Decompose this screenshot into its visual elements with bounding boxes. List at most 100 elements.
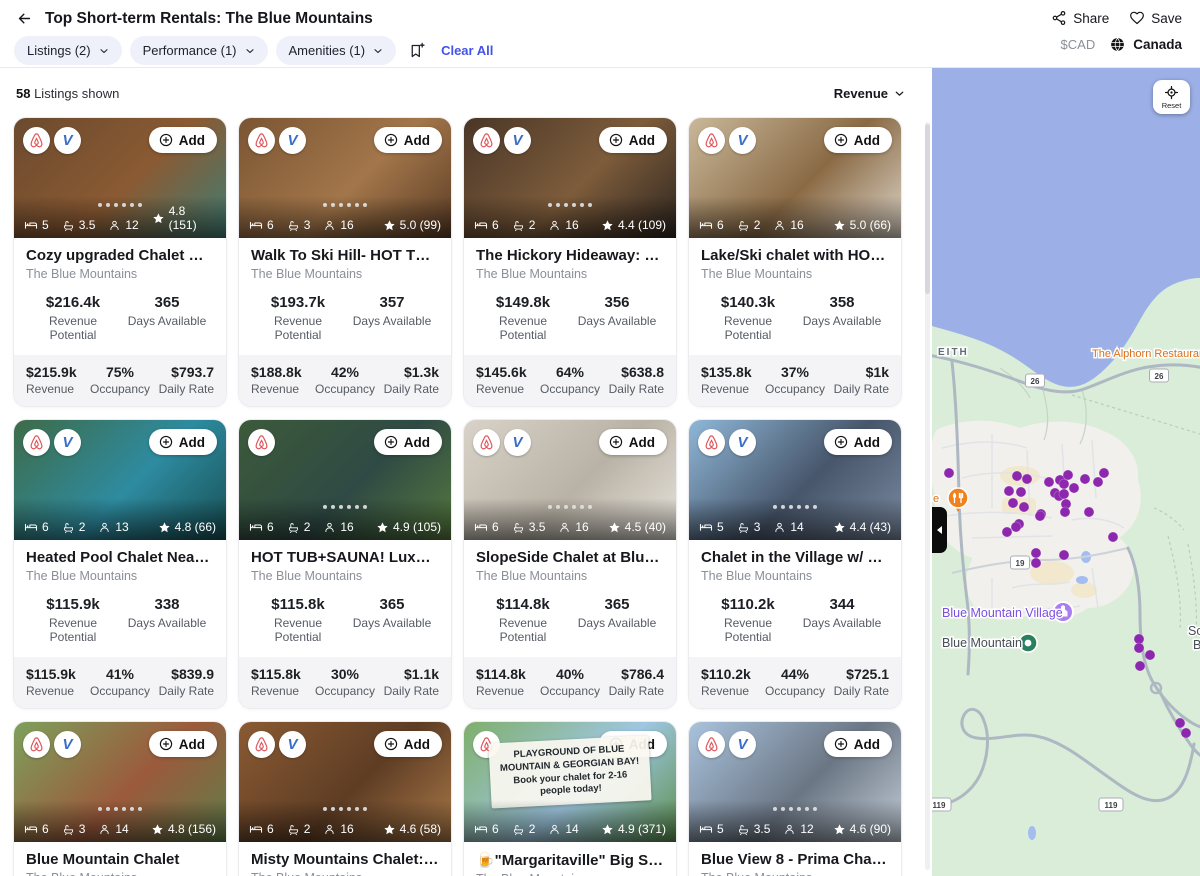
map-listing-marker[interactable]: [1030, 547, 1042, 559]
listing-photo[interactable]: V Add 6 3 16 5.0 (99): [239, 118, 451, 238]
plus-circle-icon: [609, 435, 622, 449]
map-listing-marker[interactable]: [1015, 486, 1027, 498]
map-listing-marker[interactable]: [1001, 526, 1013, 538]
map-listing-marker[interactable]: [1134, 660, 1146, 672]
map-listing-marker[interactable]: [943, 467, 955, 479]
map-listing-marker[interactable]: [1144, 649, 1156, 661]
vrbo-badge: V: [729, 127, 756, 154]
listing-card[interactable]: V Add 6 2 16: [464, 118, 676, 406]
listing-photo[interactable]: V Add 6 2 16: [464, 118, 676, 238]
listing-card[interactable]: V Add 5 3 14 4.4 (43) Chalet in the Vill…: [689, 420, 901, 708]
back-button[interactable]: [14, 8, 35, 29]
listing-photo[interactable]: V Add 5 3.5 12: [689, 722, 901, 842]
rating-stat: 4.6 (58): [383, 822, 441, 836]
listing-card[interactable]: Add PLAYGROUND OF BLUE MOUNTAIN & GEORGI…: [464, 722, 676, 876]
save-button[interactable]: Save: [1129, 10, 1182, 26]
listing-card[interactable]: V Add 6 3.5 16 4.5 (40) SlopeSide Chalet…: [464, 420, 676, 708]
map-listing-marker[interactable]: [1010, 521, 1022, 533]
map-label: Blue Mountain: [942, 636, 1022, 650]
filter-chip-amenities[interactable]: Amenities (1): [275, 36, 397, 65]
map-listing-marker[interactable]: [1058, 488, 1070, 500]
scrollbar-thumb[interactable]: [925, 124, 930, 294]
map-listing-marker[interactable]: [1133, 642, 1145, 654]
map-listing-marker[interactable]: [1059, 506, 1071, 518]
listing-card[interactable]: V Add 5 3.5 12: [689, 722, 901, 876]
heart-icon: [1130, 11, 1145, 25]
map-collapse-handle[interactable]: [932, 507, 947, 553]
listing-card[interactable]: V Add 6 2 16: [239, 722, 451, 876]
listing-photo[interactable]: V Add 6 2 16: [689, 118, 901, 238]
listing-card[interactable]: V Add 6 2 13 4.8 (66) Heated Pool Chalet…: [14, 420, 226, 708]
map-listing-marker[interactable]: [1030, 557, 1042, 569]
revenue-stat: $115.8k Revenue: [251, 666, 307, 698]
map-listing-marker[interactable]: [1018, 501, 1030, 513]
map-listing-marker[interactable]: [1058, 478, 1070, 490]
listing-card[interactable]: V Add 6 3 16 5.0 (99) Walk To Ski Hill- …: [239, 118, 451, 406]
listing-photo[interactable]: V Add 6 3 14 4.8 (156): [14, 722, 226, 842]
listing-card[interactable]: Add 6 2 16 4.9 (105) HOT TUB+SAUNA! Luxu…: [239, 420, 451, 708]
vrbo-logo-icon: V: [737, 132, 748, 149]
listing-photo[interactable]: Add PLAYGROUND OF BLUE MOUNTAIN & GEORGI…: [464, 722, 676, 842]
listing-photo[interactable]: V Add 6 2 16: [239, 722, 451, 842]
map-listing-marker[interactable]: [1079, 473, 1091, 485]
add-listing-button[interactable]: Add: [823, 429, 892, 455]
country-selector[interactable]: Canada: [1109, 36, 1182, 53]
map-listing-marker[interactable]: [1058, 549, 1070, 561]
listing-photo[interactable]: Add 6 2 16 4.9 (105): [239, 420, 451, 540]
map-listing-marker[interactable]: [1034, 510, 1046, 522]
add-listing-button[interactable]: Add: [598, 429, 667, 455]
revenue-value: $188.8k: [251, 364, 302, 380]
map-listing-marker[interactable]: [1180, 727, 1192, 739]
listing-card[interactable]: V Add 6 3 14 4.8 (156) Blue Mountain Cha…: [14, 722, 226, 876]
star-icon: [833, 823, 845, 834]
map-listing-marker[interactable]: [1021, 473, 1033, 485]
map-listing-marker[interactable]: [1007, 497, 1019, 509]
guests-value: 16: [565, 218, 579, 232]
filter-chip-performance[interactable]: Performance (1): [129, 36, 268, 65]
listing-photo[interactable]: V Add 6 2 13 4.8 (66): [14, 420, 226, 540]
add-listing-button[interactable]: Add: [148, 731, 217, 757]
listing-photo[interactable]: V Add 5 3 14 4.4 (43): [689, 420, 901, 540]
add-listing-button[interactable]: Add: [823, 731, 892, 757]
listing-location: The Blue Mountains: [26, 871, 214, 876]
days-available-stat: 344 Days Available: [795, 596, 889, 644]
add-listing-button[interactable]: Add: [148, 127, 217, 153]
add-listing-button[interactable]: Add: [823, 127, 892, 153]
listings-scrollbar[interactable]: [925, 122, 930, 870]
listing-card[interactable]: V Add 6 2 16: [689, 118, 901, 406]
map-listing-marker[interactable]: [1107, 531, 1119, 543]
add-listing-button[interactable]: Add: [373, 429, 442, 455]
results-count-number: 58: [16, 85, 31, 101]
daily-rate-value: $786.4: [621, 666, 664, 682]
add-listing-button[interactable]: Add: [373, 731, 442, 757]
add-listing-button[interactable]: Add: [148, 429, 217, 455]
map-listing-marker[interactable]: [1043, 476, 1055, 488]
share-button[interactable]: Share: [1051, 10, 1109, 26]
add-listing-button[interactable]: Add: [373, 127, 442, 153]
map-listing-marker[interactable]: [1092, 476, 1104, 488]
listing-photo[interactable]: V Add 6 3.5 16 4.5 (40): [464, 420, 676, 540]
map-reset-button[interactable]: Reset: [1153, 80, 1190, 114]
map-listing-marker[interactable]: [1083, 506, 1095, 518]
map-listing-marker[interactable]: [1068, 482, 1080, 494]
listing-card[interactable]: V Add 5 3.5 12: [14, 118, 226, 406]
filter-chip-listings[interactable]: Listings (2): [14, 36, 122, 65]
map-listing-marker[interactable]: [1133, 633, 1145, 645]
map-canvas[interactable]: 262619119 119 EITH The Alphorn Restauran…: [932, 68, 1200, 876]
save-filter-button[interactable]: [404, 40, 429, 61]
map-listing-marker[interactable]: [1011, 470, 1023, 482]
sort-dropdown[interactable]: Revenue: [834, 86, 906, 101]
beds-stat: 6: [474, 520, 499, 534]
map-listing-marker[interactable]: [1098, 467, 1110, 479]
occupancy-value: 42%: [330, 364, 360, 380]
add-listing-button[interactable]: Add: [598, 127, 667, 153]
map-label: Sc: [1188, 624, 1200, 638]
map-listing-marker[interactable]: [1062, 469, 1074, 481]
beds-stat: 6: [474, 218, 499, 232]
map-listing-marker[interactable]: [1174, 717, 1186, 729]
clear-all-button[interactable]: Clear All: [437, 41, 497, 60]
guests-stat: 16: [773, 218, 804, 232]
map-listing-marker[interactable]: [1003, 485, 1015, 497]
listing-photo[interactable]: V Add 5 3.5 12: [14, 118, 226, 238]
route-shield: 119: [1098, 797, 1124, 812]
